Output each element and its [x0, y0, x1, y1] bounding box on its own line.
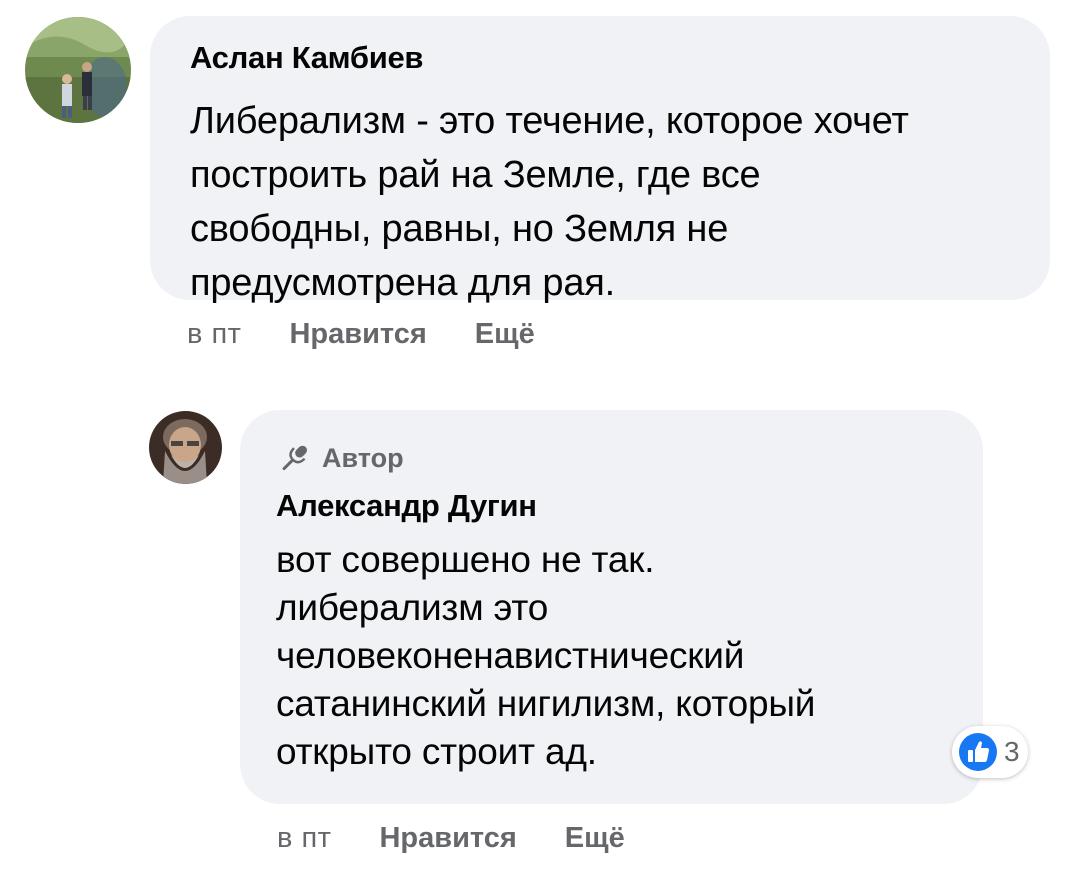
thumbs-up-icon: [959, 733, 997, 771]
avatar-photo-outdoor: [25, 17, 131, 123]
comment-text-line: построить рай на Земле, где все: [190, 154, 761, 196]
avatar-dugin[interactable]: [149, 411, 222, 484]
avatar-aslan[interactable]: [25, 17, 131, 123]
comment-text-line: предусмотрена для рая.: [190, 262, 616, 304]
like-button[interactable]: Нравится: [379, 822, 516, 855]
comment-author-name[interactable]: Александр Дугин: [276, 488, 947, 524]
comment-text-line: Либерализм - это течение, которое хочет: [190, 100, 909, 142]
more-button[interactable]: Ещё: [565, 822, 625, 855]
reply-actions: в пт Нравится Ещё: [277, 820, 625, 856]
author-badge: Автор: [276, 440, 947, 476]
comment-text-line: вот совершено не так.: [276, 539, 655, 580]
comment-bubble: Аслан Камбиев Либерализм - это течение, …: [150, 16, 1050, 304]
more-button[interactable]: Ещё: [475, 318, 535, 351]
like-button[interactable]: Нравится: [289, 318, 426, 351]
comment-text-line: сатанинский нигилизм, который: [276, 683, 816, 724]
reply-bubble: Автор Александр Дугин вот совершено не т…: [240, 410, 983, 804]
reaction-count: 3: [1004, 736, 1020, 767]
reaction-summary[interactable]: 3: [952, 726, 1028, 778]
comment-author-name[interactable]: Аслан Камбиев: [190, 40, 1010, 76]
comment-text: вот совершено не так. либерализм это чел…: [276, 536, 947, 776]
comment-text: Либерализм - это течение, которое хочет …: [190, 94, 1010, 310]
comment-text-line: человеконенавистнический: [276, 635, 745, 676]
author-badge-label: Автор: [322, 443, 404, 473]
comment-text-line: либерализм это: [276, 587, 549, 628]
comment-timestamp[interactable]: в пт: [187, 318, 241, 351]
comment-text-line: открыто строит ад.: [276, 731, 597, 772]
microphone-icon: [282, 445, 307, 471]
comment-timestamp[interactable]: в пт: [277, 822, 331, 855]
comment-text-line: свободны, равны, но Земля не: [190, 208, 729, 250]
comment-actions: в пт Нравится Ещё: [187, 316, 535, 352]
avatar-photo-portrait: [149, 411, 222, 484]
